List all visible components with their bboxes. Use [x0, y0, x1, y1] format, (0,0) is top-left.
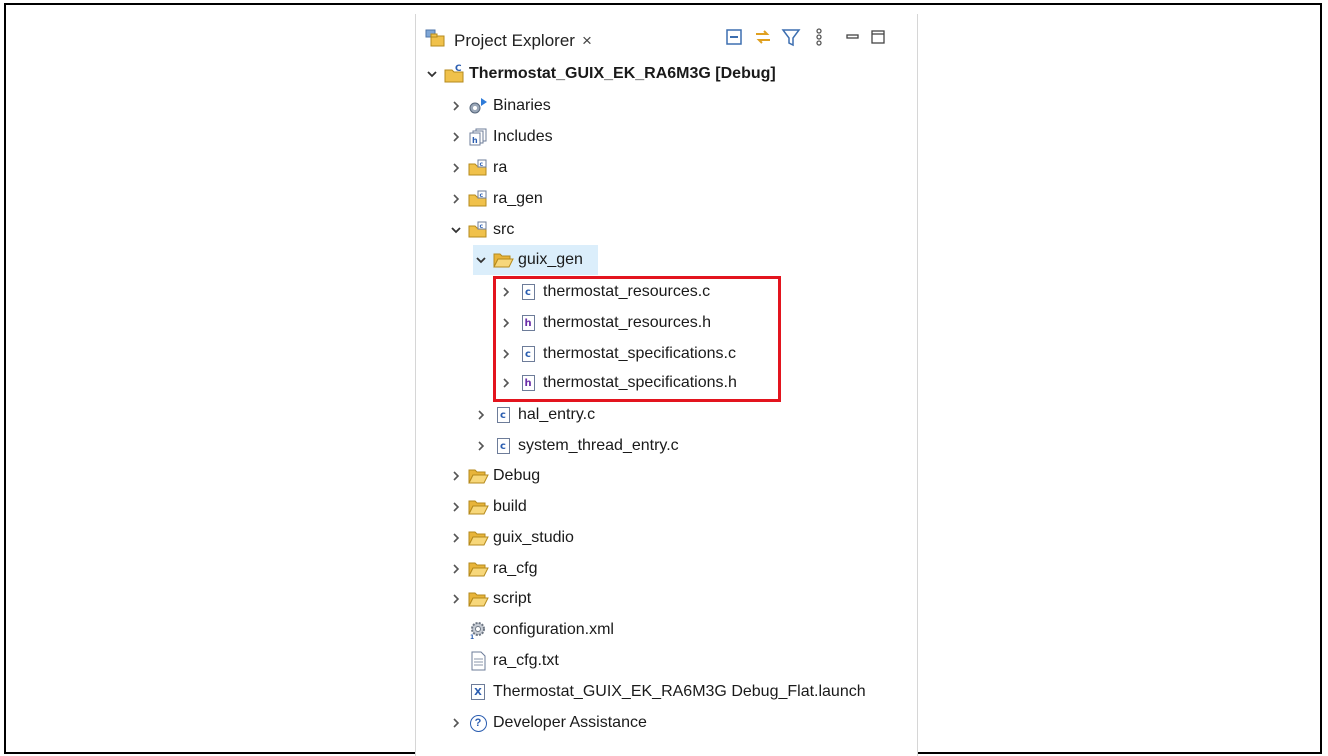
- filter-icon[interactable]: [781, 27, 801, 47]
- tree-item-ra-gen[interactable]: c ra_gen: [448, 184, 543, 214]
- chevron-right-icon[interactable]: [473, 407, 489, 423]
- highlight-box: [493, 276, 781, 402]
- tree-item-script[interactable]: script: [448, 584, 531, 614]
- tree-item-label: guix_gen: [518, 251, 583, 268]
- chevron-right-icon[interactable]: [448, 591, 464, 607]
- maximize-icon[interactable]: [868, 27, 888, 47]
- tree-item-ra[interactable]: c ra: [448, 153, 507, 183]
- text-file-icon: [467, 651, 489, 671]
- svg-text:c: c: [480, 223, 484, 230]
- folder-icon: [467, 497, 489, 517]
- tree-item-label: ra_cfg: [493, 560, 538, 577]
- tree-item-label: hal_entry.c: [518, 406, 596, 423]
- tree-item-label: src: [493, 221, 515, 238]
- svg-text:c: c: [480, 161, 484, 168]
- svg-text:C: C: [455, 64, 462, 74]
- project-explorer-icon: [425, 29, 445, 47]
- view-menu-icon[interactable]: [809, 27, 829, 47]
- tree-item-label: guix_studio: [493, 529, 574, 546]
- tree-item-guix-gen[interactable]: guix_gen: [473, 245, 598, 275]
- tree-item-label: Developer Assistance: [493, 714, 647, 731]
- tree-item-label: Includes: [493, 128, 553, 145]
- svg-text:h: h: [472, 136, 478, 145]
- tree-item-ra-cfg-txt[interactable]: ra_cfg.txt: [448, 646, 559, 676]
- chevron-right-icon[interactable]: [448, 191, 464, 207]
- chevron-right-icon[interactable]: [448, 715, 464, 731]
- tree-item-project[interactable]: C Thermostat_GUIX_EK_RA6M3G [Debug]: [424, 59, 776, 89]
- chevron-right-icon[interactable]: [448, 499, 464, 515]
- c-file-icon: c: [492, 436, 514, 456]
- tree-item-label: ra_gen: [493, 190, 543, 207]
- gear-file-icon: 1: [467, 620, 489, 640]
- tree-item-hal-entry-c[interactable]: c hal_entry.c: [473, 400, 595, 430]
- tree-item-label: Binaries: [493, 97, 551, 114]
- tree-item-label: Debug: [493, 467, 541, 484]
- chevron-right-icon[interactable]: [473, 438, 489, 454]
- folder-icon: [467, 589, 489, 609]
- chevron-right-icon[interactable]: [448, 530, 464, 546]
- tree-item-label: ra: [493, 159, 508, 176]
- svg-text:1: 1: [470, 634, 474, 640]
- tree-item-guix-studio[interactable]: guix_studio: [448, 523, 574, 553]
- x-file-icon: X: [467, 682, 489, 702]
- tree-item-label: Thermostat_GUIX_EK_RA6M3G Debug_Flat.lau…: [493, 683, 866, 700]
- source-folder-icon: c: [467, 158, 489, 178]
- folder-open-icon: [492, 250, 514, 270]
- source-folder-icon: c: [467, 220, 489, 240]
- folder-icon: [467, 528, 489, 548]
- includes-icon: h: [467, 127, 489, 147]
- tree-item-system-thread-entry-c[interactable]: c system_thread_entry.c: [473, 431, 679, 461]
- tree-item-label: ra_cfg.txt: [493, 652, 559, 669]
- tab-close-icon[interactable]: ×: [582, 32, 592, 50]
- tree-item-developer-assistance[interactable]: ? Developer Assistance: [448, 708, 647, 738]
- tree-item-label: build: [493, 498, 527, 515]
- tree-item-configuration-xml[interactable]: 1 configuration.xml: [448, 615, 614, 645]
- binaries-icon: [467, 96, 489, 116]
- tree-item-label: Thermostat_GUIX_EK_RA6M3G [Debug]: [469, 65, 776, 82]
- chevron-down-icon[interactable]: [473, 252, 489, 268]
- svg-text:c: c: [480, 192, 484, 199]
- collapse-all-icon[interactable]: [724, 27, 744, 47]
- tab-project-explorer[interactable]: Project Explorer: [454, 31, 575, 51]
- view-tab-bar: Project Explorer ×: [416, 14, 917, 62]
- folder-icon: [467, 466, 489, 486]
- tree-item-label: system_thread_entry.c: [518, 437, 679, 454]
- tree-item-debug[interactable]: Debug: [448, 461, 540, 491]
- tree-item-build[interactable]: build: [448, 492, 527, 522]
- chevron-right-icon[interactable]: [448, 129, 464, 145]
- folder-icon: [467, 559, 489, 579]
- chevron-right-icon[interactable]: [448, 561, 464, 577]
- tree-item-binaries[interactable]: Binaries: [448, 91, 551, 121]
- link-with-editor-icon[interactable]: [753, 27, 773, 47]
- chevron-right-icon[interactable]: [448, 160, 464, 176]
- tree-item-ra-cfg[interactable]: ra_cfg: [448, 554, 537, 584]
- tree-item-src[interactable]: c src: [448, 215, 514, 245]
- c-file-icon: c: [492, 405, 514, 425]
- tree-item-label: configuration.xml: [493, 621, 614, 638]
- c-project-icon: C: [443, 64, 465, 84]
- chevron-down-icon[interactable]: [424, 66, 440, 82]
- chevron-right-icon[interactable]: [448, 98, 464, 114]
- chevron-right-icon[interactable]: [448, 468, 464, 484]
- source-folder-icon: c: [467, 189, 489, 209]
- tree-item-includes[interactable]: h Includes: [448, 122, 553, 152]
- chevron-down-icon[interactable]: [448, 222, 464, 238]
- minimize-icon[interactable]: [842, 27, 862, 47]
- tree-item-label: script: [493, 590, 532, 607]
- tree-item-launch-file[interactable]: X Thermostat_GUIX_EK_RA6M3G Debug_Flat.l…: [448, 677, 866, 707]
- help-icon: ?: [467, 713, 489, 733]
